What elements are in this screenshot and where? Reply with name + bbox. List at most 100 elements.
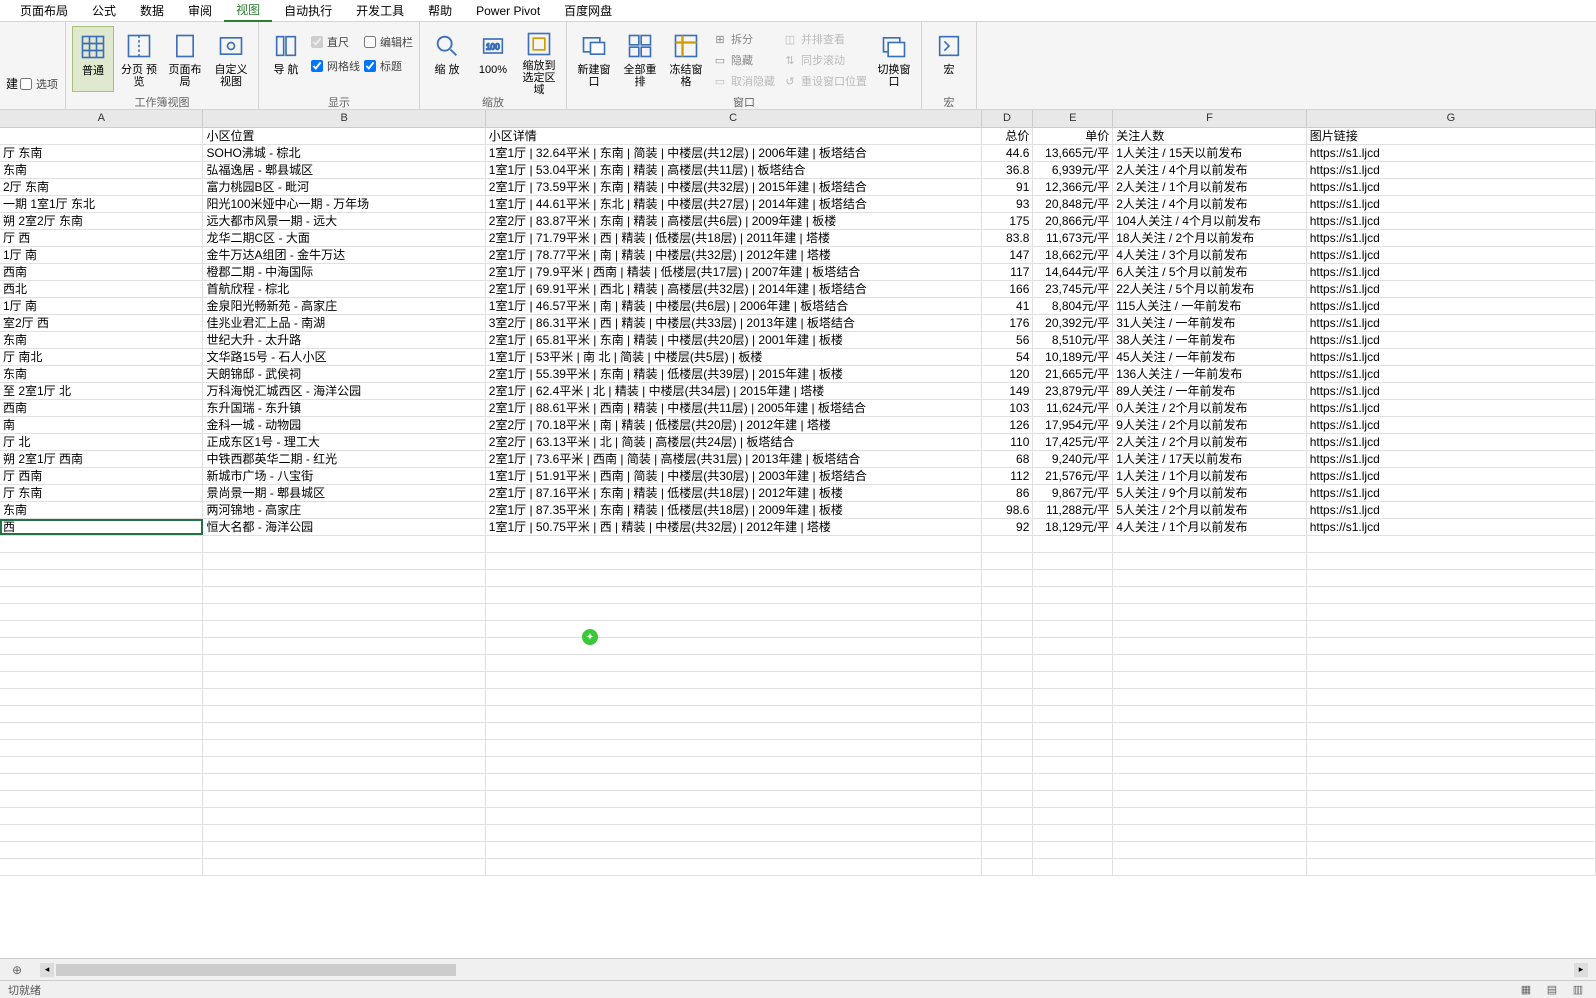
cell[interactable]: 2厅 东南 [0,179,203,195]
cell[interactable]: https://s1.ljcd [1307,145,1596,161]
cell[interactable]: 正成东区1号 - 理工大 [203,434,485,450]
cell[interactable]: 1人关注 / 1个月以前发布 [1113,468,1307,484]
cell[interactable]: 厅 北 [0,434,203,450]
column-header-A[interactable]: A [0,110,203,127]
cell[interactable] [982,689,1034,705]
cell[interactable]: 1室1厅 | 53平米 | 南 北 | 简装 | 中楼层(共5层) | 板楼 [486,349,982,365]
cell[interactable] [203,808,485,824]
cell[interactable]: 2室1厅 | 65.81平米 | 东南 | 精装 | 中楼层(共20层) | 2… [486,332,982,348]
cell[interactable]: https://s1.ljcd [1307,247,1596,263]
cell[interactable] [0,859,203,875]
cell[interactable] [1113,723,1307,739]
cell[interactable] [982,723,1034,739]
menu-item-8[interactable]: Power Pivot [464,2,552,20]
cell[interactable] [203,689,485,705]
cell[interactable] [1307,740,1596,756]
cell[interactable] [0,604,203,620]
zoom-button[interactable]: 缩 放 [426,26,468,92]
cell[interactable]: 126 [982,417,1034,433]
cell[interactable]: 20,392元/平 [1033,315,1113,331]
cell[interactable]: 东南 [0,502,203,518]
cell[interactable]: 2室1厅 | 87.16平米 | 东南 | 精装 | 低楼层(共18层) | 2… [486,485,982,501]
cell[interactable]: 朔 2室2厅 东南 [0,213,203,229]
cell[interactable] [1307,655,1596,671]
cell[interactable]: https://s1.ljcd [1307,298,1596,314]
cell[interactable] [1307,689,1596,705]
cell[interactable]: 12,366元/平 [1033,179,1113,195]
cell[interactable] [1307,587,1596,603]
table-row[interactable]: 2厅 东南富力桃园B区 - 毗河2室1厅 | 73.59平米 | 东南 | 精装… [0,179,1596,196]
table-row[interactable] [0,689,1596,706]
cell[interactable] [486,825,982,841]
cell[interactable]: 18,129元/平 [1033,519,1113,535]
table-row[interactable]: 厅 北正成东区1号 - 理工大2室2厅 | 63.13平米 | 北 | 简装 |… [0,434,1596,451]
cell[interactable]: SOHO沸城 - 棕北 [203,145,485,161]
split-button[interactable]: ⊞拆分 [711,30,777,48]
table-row[interactable]: 朔 2室2厅 东南远大都市风景一期 - 远大2室2厅 | 83.87平米 | 东… [0,213,1596,230]
cell[interactable]: 2室1厅 | 78.77平米 | 南 | 精装 | 中楼层(共32层) | 20… [486,247,982,263]
table-row[interactable]: 厅 西龙华二期C区 - 大面2室1厅 | 71.79平米 | 西 | 精装 | … [0,230,1596,247]
cell[interactable] [982,808,1034,824]
menu-item-0[interactable]: 页面布局 [8,0,80,21]
table-row[interactable] [0,774,1596,791]
grid-body[interactable]: 小区位置小区详情总价单价关注人数图片链接厅 东南SOHO沸城 - 棕北1室1厅 … [0,128,1596,876]
cell[interactable]: 金泉阳光畅新苑 - 高家庄 [203,298,485,314]
cell[interactable] [1113,587,1307,603]
cell[interactable]: 2室1厅 | 79.9平米 | 西南 | 精装 | 低楼层(共17层) | 20… [486,264,982,280]
cell[interactable]: 147 [982,247,1034,263]
table-row[interactable]: 南金科一城 - 动物园2室2厅 | 70.18平米 | 南 | 精装 | 低楼层… [0,417,1596,434]
cell[interactable] [1033,723,1113,739]
cell[interactable] [982,859,1034,875]
cell[interactable]: 89人关注 / 一年前发布 [1113,383,1307,399]
sync-scroll-button[interactable]: ⇅同步滚动 [781,51,869,69]
page-break-preview-button[interactable]: 分页 预览 [118,26,160,92]
cell[interactable] [1033,740,1113,756]
cell[interactable]: 0人关注 / 2个月以前发布 [1113,400,1307,416]
cell[interactable] [1113,536,1307,552]
cell[interactable]: 5人关注 / 9个月以前发布 [1113,485,1307,501]
cell[interactable]: 1室1厅 | 53.04平米 | 东南 | 精装 | 高楼层(共11层) | 板… [486,162,982,178]
cell[interactable] [0,774,203,790]
column-header-C[interactable]: C [486,110,982,127]
cell[interactable] [1307,604,1596,620]
table-row[interactable] [0,723,1596,740]
zoom-100-button[interactable]: 100 100% [472,26,514,92]
cell[interactable]: 佳兆业君汇上品 - 南湖 [203,315,485,331]
table-row[interactable]: 厅 西南新城市广场 - 八宝街1室1厅 | 51.91平米 | 西南 | 简装 … [0,468,1596,485]
cell[interactable] [203,587,485,603]
menu-item-2[interactable]: 数据 [128,0,176,21]
cell[interactable] [203,655,485,671]
cell[interactable] [1033,672,1113,688]
cell[interactable]: 68 [982,451,1034,467]
cell[interactable] [982,638,1034,654]
cell[interactable] [203,842,485,858]
cell[interactable]: 2室2厅 | 83.87平米 | 东南 | 精装 | 高楼层(共6层) | 20… [486,213,982,229]
cell[interactable] [486,757,982,773]
cell[interactable]: 两河锦地 - 高家庄 [203,502,485,518]
custom-views-button[interactable]: 自定义视图 [210,26,252,92]
cell[interactable] [203,757,485,773]
cell[interactable] [1113,757,1307,773]
cell[interactable]: 小区位置 [203,128,485,144]
table-row[interactable]: 厅 南北文华路15号 - 石人小区1室1厅 | 53平米 | 南 北 | 简装 … [0,349,1596,366]
hide-button[interactable]: ▭隐藏 [711,51,777,69]
cell[interactable]: 21,665元/平 [1033,366,1113,382]
cell[interactable] [1307,638,1596,654]
cell[interactable]: 弘福逸居 - 郫县城区 [203,162,485,178]
spreadsheet-grid[interactable]: A B C D E F G 小区位置小区详情总价单价关注人数图片链接厅 东南SO… [0,110,1596,958]
cell[interactable]: 单价 [1033,128,1113,144]
cell[interactable] [982,570,1034,586]
cell[interactable] [982,757,1034,773]
cell[interactable] [1033,774,1113,790]
cell[interactable] [1307,774,1596,790]
cell[interactable]: 东南 [0,332,203,348]
cell[interactable]: https://s1.ljcd [1307,451,1596,467]
menu-item-4[interactable]: 视图 [224,0,272,22]
cell[interactable]: https://s1.ljcd [1307,383,1596,399]
table-row[interactable]: 西南东升国瑞 - 东升镇2室1厅 | 88.61平米 | 西南 | 精装 | 中… [0,400,1596,417]
cell[interactable]: https://s1.ljcd [1307,349,1596,365]
cell[interactable] [1113,740,1307,756]
reset-position-button[interactable]: ↺重设窗口位置 [781,72,869,90]
new-window-button[interactable]: 新建窗口 [573,26,615,92]
cell[interactable]: 南 [0,417,203,433]
